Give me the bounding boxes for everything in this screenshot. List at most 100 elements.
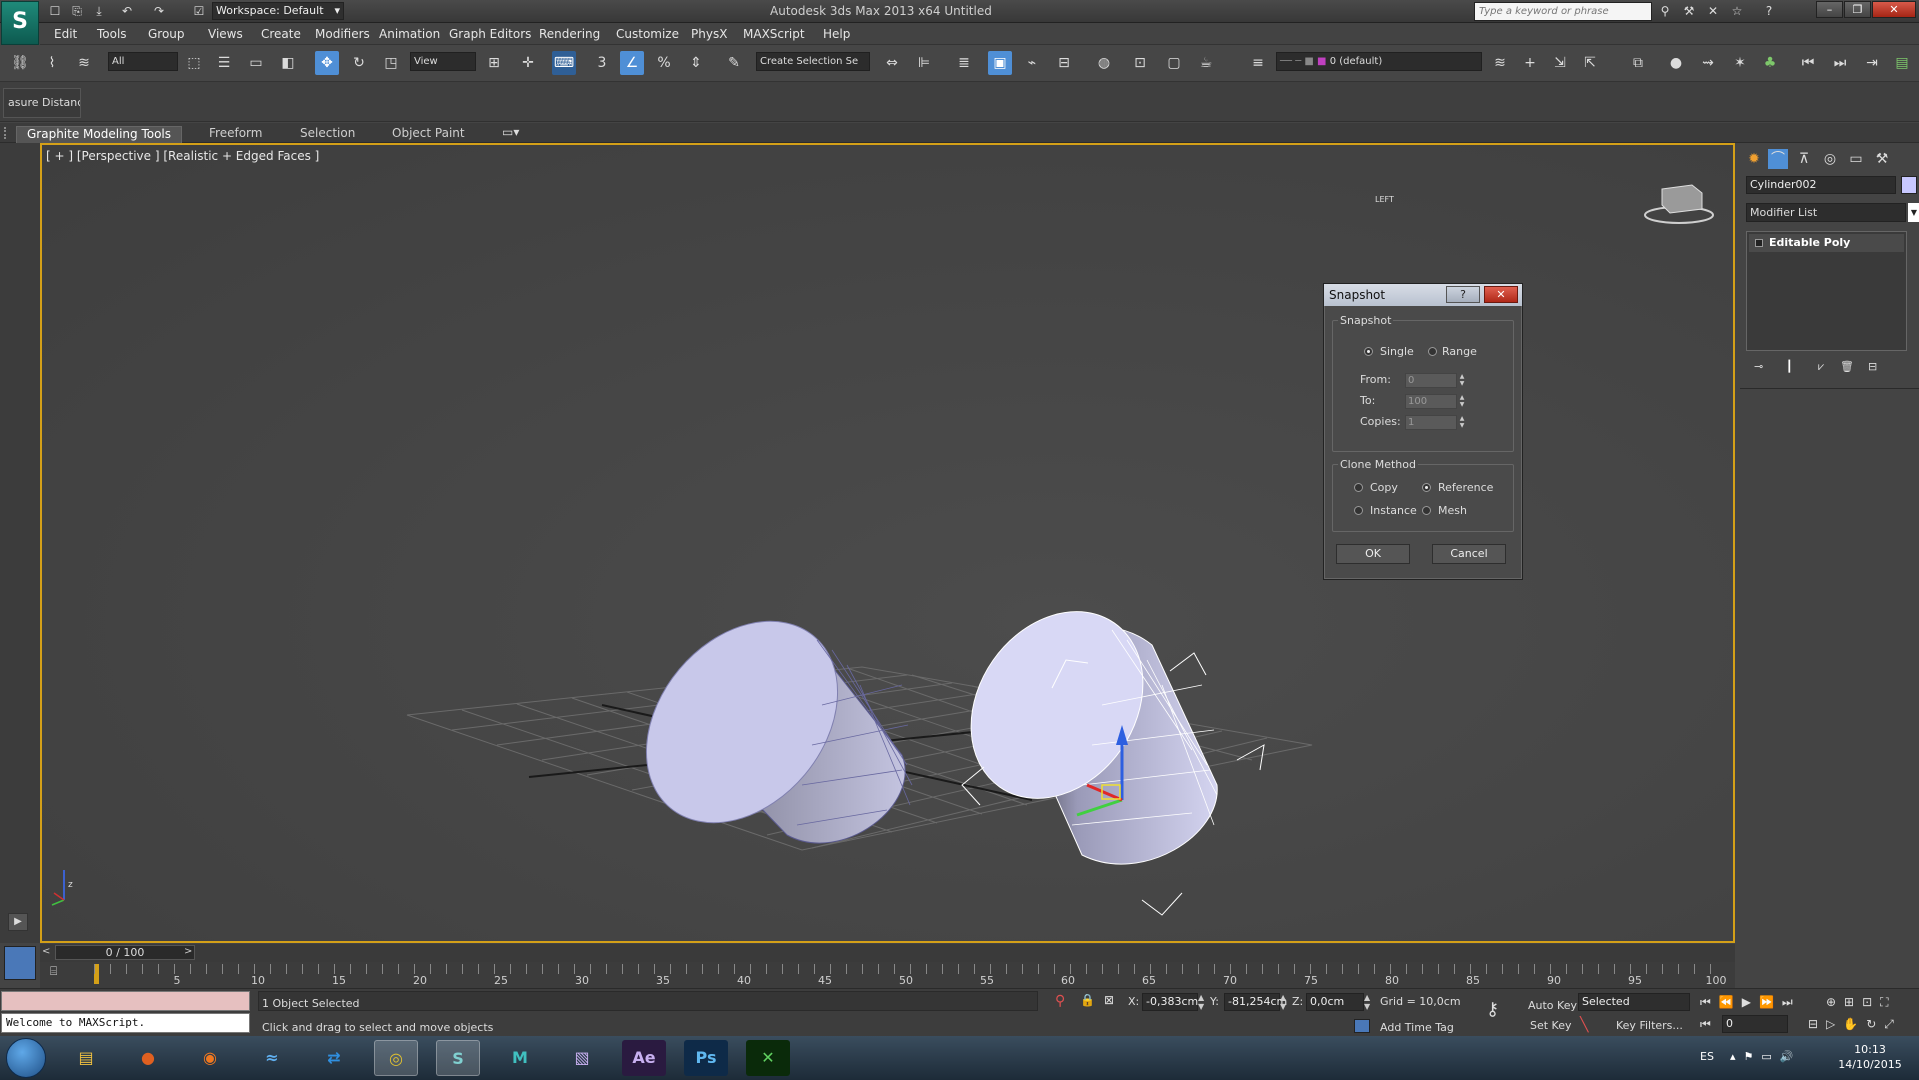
select-rotate-icon[interactable]: ↻ <box>347 51 371 75</box>
snaps-toggle-icon[interactable]: 3 <box>590 51 614 75</box>
script-icon[interactable]: ▤ <box>1890 51 1914 75</box>
effects-icon[interactable]: ✶ <box>1728 51 1752 75</box>
pin-stack-icon[interactable]: ⊸ <box>1754 360 1763 373</box>
photoshop-icon[interactable]: Ps <box>684 1040 728 1076</box>
curve-editor-toggle-icon[interactable]: ⌸ <box>50 964 57 979</box>
slider-right-arrow-icon[interactable]: > <box>184 946 192 957</box>
display-tab-icon[interactable]: ▭ <box>1846 149 1866 169</box>
pivot-center-icon[interactable]: ⊞ <box>482 51 506 75</box>
track-bar[interactable]: ⌸ 5 10 15 20 25 30 35 40 45 50 55 60 65 70 75 80 85 90 95 1… <box>40 962 1735 988</box>
select-move-icon[interactable]: ✥ <box>315 51 339 75</box>
key-mode-toggle-icon[interactable]: ⏮ <box>1700 1017 1711 1032</box>
restore-button[interactable]: ❐ <box>1844 1 1871 18</box>
link-icon[interactable]: ⛓ <box>8 51 32 75</box>
after-effects-icon[interactable]: Ae <box>622 1040 666 1076</box>
key-filters-button[interactable]: Key Filters... <box>1616 1019 1683 1032</box>
menu-maxscript[interactable]: MAXScript <box>743 27 805 41</box>
menu-edit[interactable]: Edit <box>54 27 77 41</box>
menu-animation[interactable]: Animation <box>379 27 440 41</box>
add-time-tag-button[interactable]: Add Time Tag <box>1380 1021 1454 1034</box>
container-icon[interactable]: ⧉ <box>1626 51 1650 75</box>
favorites-star-icon[interactable]: ☆ <box>1728 3 1746 19</box>
isolate-selection-icon[interactable]: ⚲ <box>1055 993 1065 1009</box>
menu-customize[interactable]: Customize <box>616 27 679 41</box>
unlink-icon[interactable]: ⌇ <box>40 51 64 75</box>
from-spinner[interactable]: 0 <box>1405 373 1457 388</box>
save-file-icon[interactable]: ⤓ <box>90 3 108 19</box>
add-to-layer-icon[interactable]: ⇲ <box>1548 51 1572 75</box>
default-tangent-icon[interactable]: ╲ <box>1580 1017 1588 1033</box>
menu-help[interactable]: Help <box>823 27 850 41</box>
sphere-icon[interactable]: ● <box>1664 51 1688 75</box>
select-by-name-icon[interactable]: ☰ <box>212 51 236 75</box>
range-radio[interactable] <box>1428 347 1437 356</box>
menu-physx[interactable]: PhysX <box>691 27 727 41</box>
menu-tools[interactable]: Tools <box>97 27 127 41</box>
copy-radio[interactable] <box>1354 483 1363 492</box>
language-indicator[interactable]: ES <box>1700 1050 1714 1063</box>
maxscript-listener-output[interactable] <box>1 991 250 1011</box>
3dsmax-taskbar-icon[interactable]: S <box>436 1040 480 1076</box>
maxscript-listener-input[interactable]: Welcome to MAXScript. <box>1 1013 250 1033</box>
tools-icon[interactable]: ⚒ <box>1680 3 1698 19</box>
mesh-radio[interactable] <box>1422 506 1431 515</box>
menu-group[interactable]: Group <box>148 27 185 41</box>
key-icon[interactable]: ⚷ <box>1486 999 1499 1020</box>
select-scale-icon[interactable]: ◳ <box>379 51 403 75</box>
redo-icon[interactable]: ↷ <box>150 3 168 19</box>
named-selection-dropdown[interactable]: Create Selection Se <box>756 52 870 71</box>
cylinder002-selected[interactable] <box>936 578 1265 916</box>
cancel-button[interactable]: Cancel <box>1432 544 1506 564</box>
object-color-swatch[interactable] <box>1901 176 1917 194</box>
tab-object-paint[interactable]: Object Paint <box>382 126 475 143</box>
open-file-icon[interactable]: ⎘ <box>68 3 86 19</box>
utilities-tab-icon[interactable]: ⚒ <box>1872 149 1892 169</box>
auto-key-button[interactable]: Auto Key <box>1526 997 1579 1014</box>
layer-manager-icon[interactable]: ≡ <box>1246 51 1270 75</box>
show-end-result-icon[interactable]: ┃ <box>1786 360 1793 373</box>
select-object-icon[interactable]: ⬚ <box>182 51 206 75</box>
curve-editor-icon[interactable]: ⌁ <box>1020 51 1044 75</box>
x-coordinate-field[interactable]: -0,383cm <box>1142 993 1198 1011</box>
viewport-nav-top[interactable]: ⊕⊞⊡⛶ <box>1826 995 1897 1010</box>
menu-rendering[interactable]: Rendering <box>539 27 600 41</box>
render-production-icon[interactable]: ☕ <box>1194 51 1218 75</box>
dialog-help-button[interactable]: ? <box>1446 286 1480 303</box>
time-slider-thumb[interactable]: 0 / 100 <box>55 945 195 960</box>
keyboard-shortcut-override-icon[interactable]: ⌨ <box>552 51 576 75</box>
expand-plus-icon[interactable] <box>1755 239 1763 247</box>
from-spinner-arrows-icon[interactable]: ▲ ▼ <box>1458 373 1466 388</box>
dialog-close-button[interactable]: ✕ <box>1484 286 1518 303</box>
reference-radio[interactable] <box>1422 483 1431 492</box>
playback-controls[interactable]: ⏮⏪▶⏩⏭ <box>1700 995 1801 1010</box>
configure-sets-icon[interactable]: ⊟ <box>1868 360 1877 373</box>
search-input[interactable]: Type a keyword or phrase <box>1474 2 1652 21</box>
object-name-field[interactable]: Cylinder002 <box>1746 176 1896 194</box>
motion-tab-icon[interactable]: ◎ <box>1820 149 1840 169</box>
mirror-icon[interactable]: ⇔ <box>880 51 904 75</box>
modifier-list-dropdown[interactable]: Modifier List <box>1746 203 1906 222</box>
go-to-end-icon[interactable]: ⏭ <box>1828 51 1852 75</box>
align-icon[interactable]: ⊫ <box>912 51 936 75</box>
tree-icon[interactable]: ♣ <box>1758 51 1782 75</box>
close-button[interactable]: ✕ <box>1872 1 1916 18</box>
help-icon[interactable]: ? <box>1760 3 1778 19</box>
time-tag-icon[interactable] <box>1354 1019 1370 1033</box>
hierarchy-tab-icon[interactable]: ⊼ <box>1794 149 1814 169</box>
thunderbird-icon[interactable]: ≈ <box>250 1040 294 1076</box>
edit-named-sets-icon[interactable]: ✎ <box>722 51 746 75</box>
tab-graphite-modeling-tools[interactable]: Graphite Modeling Tools <box>16 126 183 143</box>
to-spinner-arrows-icon[interactable]: ▲ ▼ <box>1458 394 1466 409</box>
chevron-down-icon[interactable]: ▼ <box>1908 203 1919 222</box>
tab-selection[interactable]: Selection <box>290 126 365 143</box>
modify-tab-icon[interactable]: ⌒ <box>1768 149 1788 169</box>
current-frame-field[interactable]: 0 <box>1722 1015 1788 1033</box>
copies-spinner-arrows-icon[interactable]: ▲ ▼ <box>1458 415 1466 430</box>
key-mode-dropdown[interactable]: Selected <box>1578 993 1690 1011</box>
firefox-icon[interactable]: ● <box>126 1040 170 1076</box>
make-unique-icon[interactable]: ⩗ <box>1818 360 1824 374</box>
y-coordinate-field[interactable]: -81,254cm <box>1224 993 1287 1011</box>
create-tab-icon[interactable]: ✹ <box>1744 149 1764 169</box>
menu-create[interactable]: Create <box>261 27 301 41</box>
project-folder-icon[interactable]: ☑ <box>190 3 208 19</box>
